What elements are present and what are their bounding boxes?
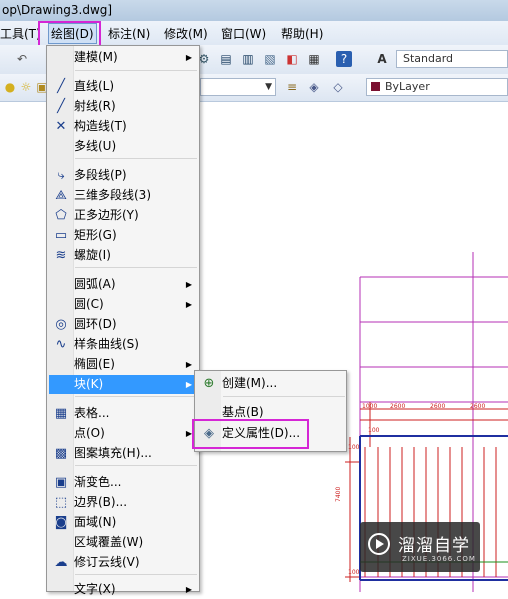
dim-top-3: 2600: [430, 403, 445, 410]
ray-icon: ╱: [57, 99, 65, 114]
menu-item-gradient[interactable]: ▣ 渐变色...: [49, 473, 197, 492]
menu-item-helix[interactable]: ≋ 螺旋(I): [49, 246, 197, 265]
menu-item-mline[interactable]: 多线(U): [49, 137, 197, 156]
menu-item-text[interactable]: 文字(X) ▶: [49, 580, 197, 599]
menu-help[interactable]: 帮助(H): [281, 25, 323, 42]
layer-bulb-icon[interactable]: ●: [2, 79, 18, 95]
dim-left-3: 7400: [335, 487, 342, 502]
menu-dimension[interactable]: 标注(N): [108, 25, 150, 42]
menu-tools[interactable]: 工具(T): [0, 25, 41, 42]
menu-window[interactable]: 窗口(W): [221, 25, 266, 42]
menu-item-block[interactable]: 块(K) ▶: [49, 375, 197, 394]
create-block-icon: ⊕: [203, 376, 215, 391]
tool-palette-icon[interactable]: ▥: [240, 51, 256, 67]
menu-item-boundary[interactable]: ⬚ 边界(B)...: [49, 493, 197, 512]
table-icon: ▦: [54, 406, 68, 421]
dim-top-1: 1000: [362, 403, 377, 410]
menu-item-donut[interactable]: ◎ 圆环(D): [49, 315, 197, 334]
submenu-arrow-icon: ▶: [185, 360, 192, 369]
rectangle-icon: ▭: [54, 228, 68, 243]
menu-item-wipeout[interactable]: 区域覆盖(W): [49, 533, 197, 552]
menu-item-polyline[interactable]: ⤷ 多段线(P): [49, 166, 197, 185]
menu-item-modeling[interactable]: 建模(M) ▶: [49, 48, 197, 67]
menu-item-line[interactable]: ╱ 直线(L): [49, 77, 197, 96]
text-style-select[interactable]: Standard: [396, 50, 508, 68]
define-attribute-highlight: [192, 419, 309, 449]
menu-item-point[interactable]: 点(O) ▶: [49, 424, 197, 443]
submenu-arrow-icon: ▶: [185, 280, 192, 289]
line-icon: ╱: [57, 79, 65, 94]
text-style-icon[interactable]: A: [374, 51, 390, 67]
layer-previous-icon[interactable]: ◈: [306, 79, 322, 95]
submenu-arrow-icon: ▶: [185, 53, 192, 62]
menu-separator: [75, 158, 197, 159]
menu-item-ray[interactable]: ╱ 射线(R): [49, 97, 197, 116]
dim-top-2: 2600: [390, 403, 405, 410]
helix-icon: ≋: [55, 248, 67, 263]
menu-separator: [75, 574, 197, 575]
markup-icon[interactable]: ◧: [284, 51, 300, 67]
xline-icon: ✕: [55, 119, 67, 134]
menu-item-spline[interactable]: ∿ 样条曲线(S): [49, 335, 197, 354]
menu-item-3dpoly[interactable]: ⟁ 三维多段线(3): [49, 186, 197, 205]
menu-item-region[interactable]: ◙ 面域(N): [49, 513, 197, 532]
layer-sun-icon[interactable]: ☼: [18, 79, 34, 95]
revcloud-icon: ☁: [54, 555, 68, 570]
color-select[interactable]: ByLayer: [366, 78, 508, 96]
submenu-arrow-icon: ▶: [185, 585, 192, 594]
chevron-down-icon: ▼: [265, 82, 272, 92]
play-logo-icon: [368, 533, 390, 555]
draw-menu-highlight: [38, 21, 101, 48]
donut-icon: ◎: [55, 317, 67, 332]
menu-item-revcloud[interactable]: ☁ 修订云线(V): [49, 553, 197, 572]
title-bar: op\Drawing3.dwg]: [0, 0, 508, 22]
window-title: op\Drawing3.dwg]: [2, 3, 113, 17]
menu-item-ellipse[interactable]: 椭圆(E) ▶: [49, 355, 197, 374]
menu-separator: [75, 396, 197, 397]
watermark-url: ZIXUE.3066.COM: [402, 555, 476, 563]
draw-menu: 建模(M) ▶ ╱ 直线(L) ╱ 射线(R) ✕ 构造线(T) 多线(U) ⤷…: [46, 45, 200, 596]
calculator-icon[interactable]: ▦: [306, 51, 322, 67]
sheet-set-icon[interactable]: ▧: [262, 51, 278, 67]
menu-separator: [223, 396, 345, 397]
menu-item-circle[interactable]: 圆(C) ▶: [49, 295, 197, 314]
submenu-arrow-icon: ▶: [185, 380, 192, 389]
watermark-title: 溜溜自学: [398, 536, 470, 556]
region-icon: ◙: [54, 515, 68, 530]
layer-match-icon[interactable]: ◇: [330, 79, 346, 95]
help-icon[interactable]: ?: [336, 51, 352, 67]
hatch-icon: ▩: [54, 446, 68, 461]
menu-item-table[interactable]: ▦ 表格...: [49, 404, 197, 423]
menu-item-create-block[interactable]: ⊕ 创建(M)...: [197, 374, 345, 393]
watermark: 溜溜自学 ZIXUE.3066.COM: [360, 522, 480, 572]
menu-item-arc[interactable]: 圆弧(A) ▶: [49, 275, 197, 294]
color-swatch: [371, 82, 380, 91]
gradient-icon: ▣: [54, 475, 68, 490]
design-center-icon[interactable]: ▤: [218, 51, 234, 67]
menu-separator: [75, 465, 197, 466]
undo-icon[interactable]: ↶: [14, 51, 30, 67]
menu-modify[interactable]: 修改(M): [164, 25, 208, 42]
dim-top-4: 2600: [470, 403, 485, 410]
layer-stack-icon[interactable]: ≡: [284, 79, 300, 95]
boundary-icon: ⬚: [54, 495, 68, 510]
menu-item-rectangle[interactable]: ▭ 矩形(G): [49, 226, 197, 245]
submenu-arrow-icon: ▶: [185, 300, 192, 309]
dim-left-2: 100: [348, 444, 360, 451]
polygon-icon: ⬠: [55, 208, 67, 223]
menu-separator: [75, 70, 197, 71]
menu-item-polygon[interactable]: ⬠ 正多边形(Y): [49, 206, 197, 225]
menu-item-xline[interactable]: ✕ 构造线(T): [49, 117, 197, 136]
3dpoly-icon: ⟁: [55, 188, 67, 203]
dim-left-4: 100: [348, 569, 360, 576]
menu-item-hatch[interactable]: ▩ 图案填充(H)...: [49, 444, 197, 463]
polyline-icon: ⤷: [57, 168, 65, 183]
dim-left-1: 100: [368, 427, 380, 434]
menu-separator: [75, 267, 197, 268]
layer-select[interactable]: ▼: [200, 78, 276, 96]
spline-icon: ∿: [55, 337, 67, 352]
